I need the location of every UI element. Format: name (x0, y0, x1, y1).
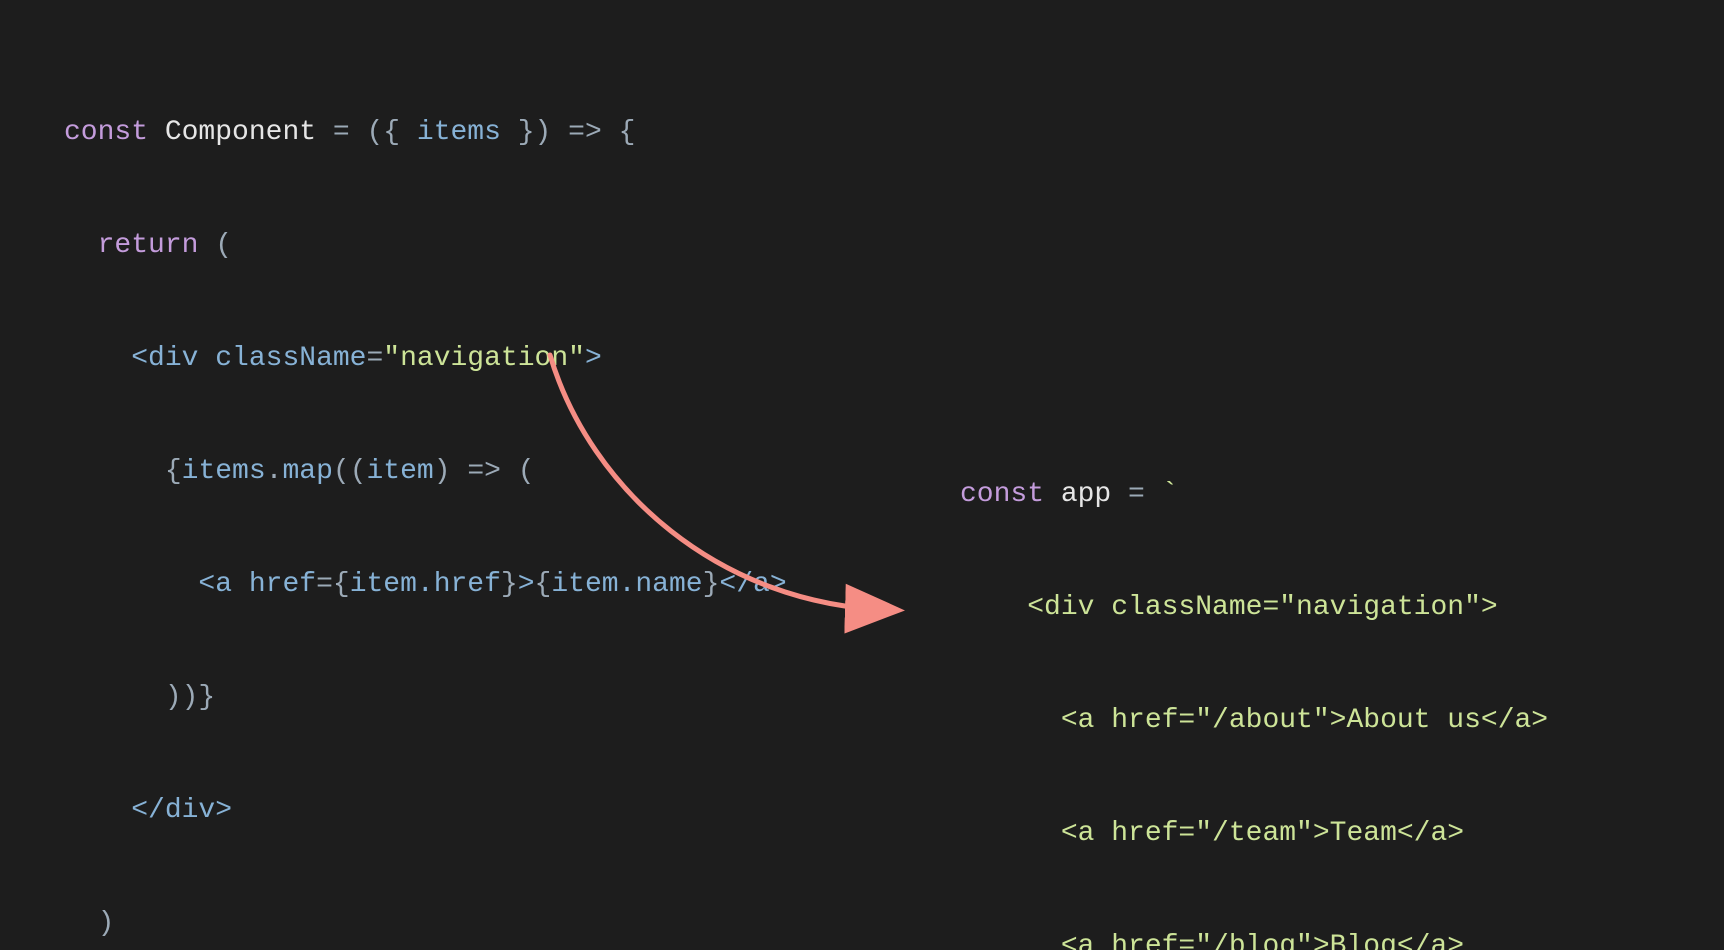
param-items: items (417, 119, 518, 147)
identifier-app: app (1061, 481, 1128, 509)
parens: (( (333, 458, 367, 486)
paren-open: ( (215, 232, 232, 260)
output-html-code: const app = ` <div className="navigation… (960, 410, 1599, 950)
code-line: return ( (64, 217, 787, 274)
code-line: <a href="/team">Team</a> (960, 805, 1599, 862)
code-line: const app = ` (960, 466, 1599, 523)
tag-a: a (215, 571, 249, 599)
code-line: </ div > (64, 782, 787, 839)
code-line: ) (64, 895, 787, 950)
code-line: <div className="navigation"> (960, 579, 1599, 636)
paren-close: ) (434, 458, 468, 486)
template-line: <a href="/about">About us</a> (960, 707, 1548, 735)
dot: . (266, 458, 283, 486)
paren-close: ) (98, 910, 115, 938)
paren-open: ( (366, 119, 383, 147)
code-line: ))} (64, 669, 787, 726)
code-line: <a href="/blog">Blog</a> (960, 918, 1599, 950)
code-line: const Component = ( { items } ) => { (64, 104, 787, 161)
equals: = (1128, 481, 1162, 509)
closing-brackets: ))} (165, 684, 215, 712)
expr-item-href: item.href (350, 571, 501, 599)
angle-open: < (198, 571, 215, 599)
equals: = (316, 571, 333, 599)
brace-close: } (518, 119, 535, 147)
paren-close: ) (535, 119, 569, 147)
attr-href: href (249, 571, 316, 599)
transform-arrow-icon (520, 350, 940, 630)
template-line: <a href="/blog">Blog</a> (960, 933, 1464, 950)
template-line: <a href="/team">Team</a> (960, 820, 1464, 848)
tag-div: div (165, 797, 215, 825)
angle-open-slash: </ (131, 797, 165, 825)
identifier-component: Component (165, 119, 333, 147)
attr-classname: className (215, 345, 366, 373)
brace-open: { (383, 119, 417, 147)
backtick-open: ` (1162, 481, 1179, 509)
tag-div: div (148, 345, 215, 373)
angle-open: < (131, 345, 148, 373)
arrow: => (467, 458, 517, 486)
keyword-const: const (960, 481, 1061, 509)
method-map: map (282, 458, 332, 486)
brace-open: { (619, 119, 636, 147)
code-line: <a href="/about">About us</a> (960, 692, 1599, 749)
keyword-const: const (64, 119, 165, 147)
equals: = (366, 345, 383, 373)
jsx-brace-open: { (165, 458, 182, 486)
param-item: item (367, 458, 434, 486)
identifier-items: items (182, 458, 266, 486)
jsx-brace-open: { (333, 571, 350, 599)
code-diagram: const Component = ( { items } ) => { ret… (0, 0, 1724, 950)
angle-close: > (215, 797, 232, 825)
template-line: <div className="navigation"> (960, 594, 1498, 622)
jsx-brace-close: } (501, 571, 518, 599)
arrow: => (568, 119, 618, 147)
equals: = (333, 119, 367, 147)
keyword-return: return (98, 232, 216, 260)
